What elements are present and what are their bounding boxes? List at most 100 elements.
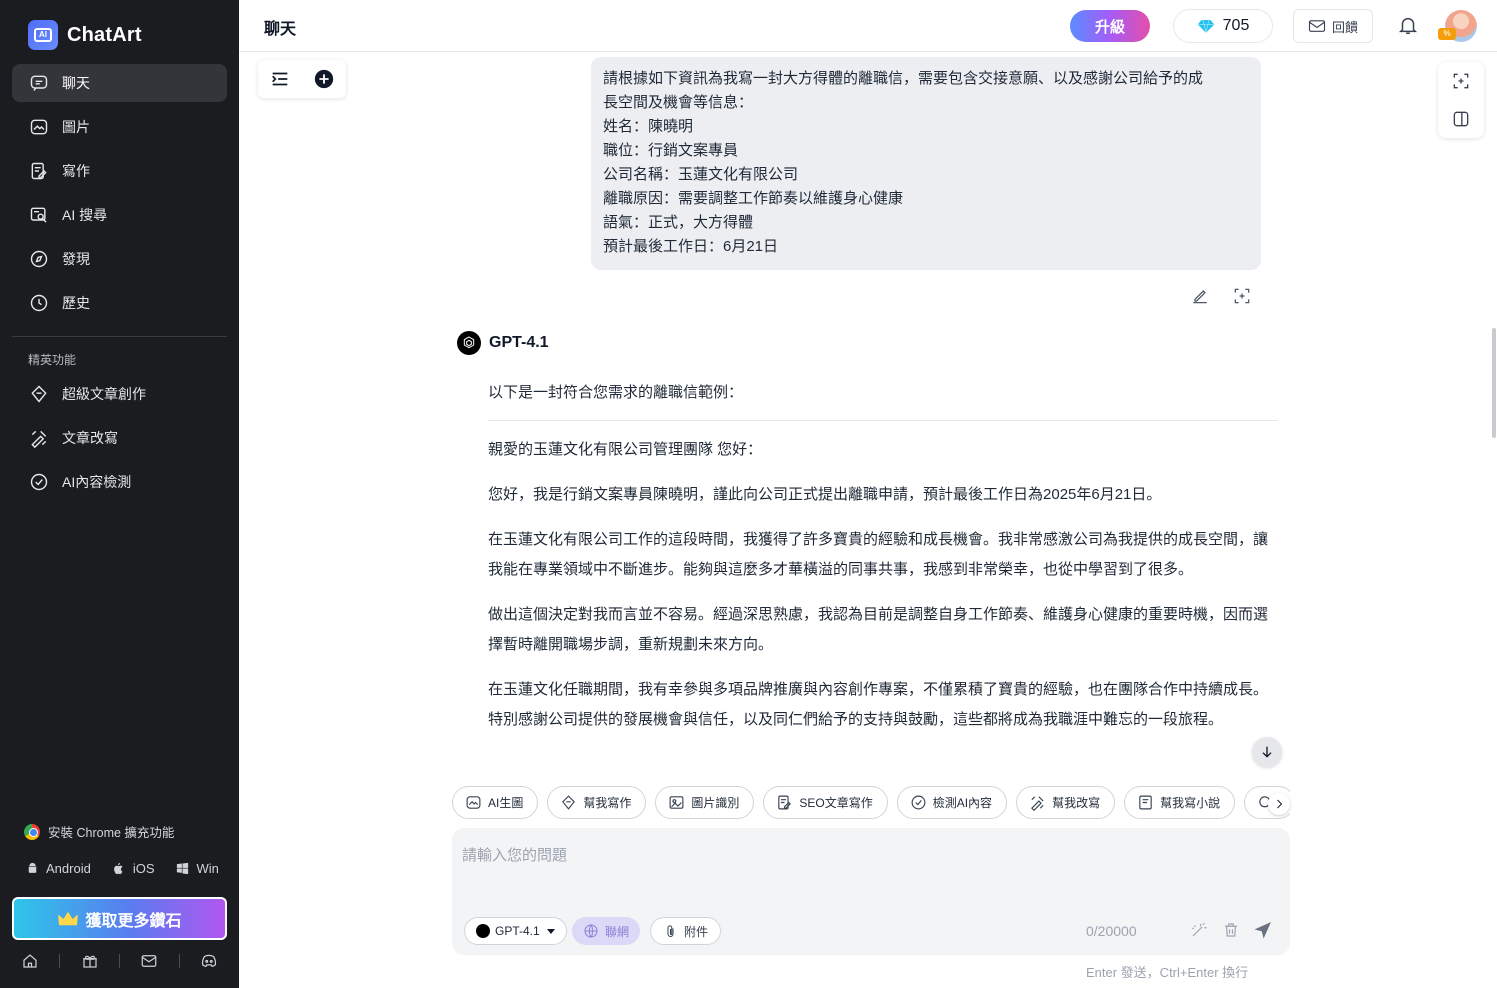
bot-paragraph: 在玉蓮文化任職期間，我有幸參與多項品牌推廣與內容創作專案，不僅累積了寶貴的經驗，… xyxy=(488,681,1269,728)
diamond-balance-button[interactable]: 705 xyxy=(1173,9,1273,43)
rewrite-icon xyxy=(28,427,50,449)
user-message-line: 姓名：陳曉明 xyxy=(603,118,694,135)
quick-tool-label: SEO文章寫作 xyxy=(799,796,873,810)
sidebar-item-rewrite[interactable]: 文章改寫 xyxy=(12,419,227,457)
scroll-to-bottom-button[interactable] xyxy=(1252,737,1282,767)
mail-icon[interactable] xyxy=(139,951,159,971)
install-chrome-extension[interactable]: 安裝 Chrome 擴充功能 xyxy=(24,822,174,841)
chat-icon xyxy=(28,72,50,94)
edit-icon[interactable] xyxy=(1190,286,1210,306)
elite-section-label: 精英功能 xyxy=(28,353,77,367)
ai-search-icon xyxy=(28,204,50,226)
user-message-actions xyxy=(1190,286,1252,306)
user-message-line: 語氣：正式，大方得體 xyxy=(603,214,754,231)
sidebar-item-label: AI內容檢測 xyxy=(62,474,132,490)
web-search-toggle[interactable]: 聯網 xyxy=(572,917,641,945)
page-title: 聊天 xyxy=(264,21,297,38)
sidebar-item-history[interactable]: 歷史 xyxy=(12,284,227,322)
sidebar-item-image[interactable]: 圖片 xyxy=(12,108,227,146)
scrollbar[interactable] xyxy=(1492,328,1496,438)
new-chat-plus-icon[interactable] xyxy=(313,68,335,90)
sidebar-item-ai-search[interactable]: AI 搜尋 xyxy=(12,196,227,234)
home-icon[interactable] xyxy=(20,951,40,971)
copy-plus-icon[interactable] xyxy=(1232,286,1252,306)
get-more-diamonds-button[interactable]: 獲取更多鑽石 xyxy=(12,897,227,940)
user-message-line: 預計最後工作日：6月21日 xyxy=(603,238,779,255)
sidebar-item-discover[interactable]: 發現 xyxy=(12,240,227,278)
attach-button[interactable]: 附件 xyxy=(650,917,722,945)
screenshot-plus-icon[interactable] xyxy=(1451,71,1471,91)
quick-tools-bar: AI生圖 幫我寫作 圖片識別 SEO文章寫作 檢測AI內容 幫我改寫 幫我寫小說 xyxy=(452,786,1290,821)
bot-paragraph: 您好，我是行銷文案專員陳曉明，謹此向公司正式提出離職申請，預計最後工作日為202… xyxy=(488,486,1162,503)
toggle-list-icon[interactable] xyxy=(269,68,291,90)
image-icon xyxy=(28,116,50,138)
sidebar-item-label: 圖片 xyxy=(62,119,90,135)
rewrite-icon xyxy=(1031,796,1044,811)
quick-tools-next-button[interactable] xyxy=(1268,793,1290,815)
main-nav: 聊天 圖片 寫作 AI 搜尋 發現 歷史 xyxy=(12,64,227,328)
sidebar-item-label: 聊天 xyxy=(62,75,90,91)
quick-tool-rewrite[interactable]: 幫我改寫 xyxy=(1016,786,1116,819)
split-view-icon[interactable] xyxy=(1451,109,1471,129)
feedback-label: 回饋 xyxy=(1331,19,1358,35)
globe-icon xyxy=(584,924,598,938)
keyboard-hint: Enter 發送，Ctrl+Enter 換行 xyxy=(1086,965,1249,980)
magic-wand-icon xyxy=(1192,922,1207,937)
diamond-icon xyxy=(1197,19,1214,33)
send-button[interactable] xyxy=(1254,921,1272,944)
diamond-pen-icon xyxy=(28,383,50,405)
openai-logo-icon xyxy=(476,924,490,938)
chevron-right-icon xyxy=(1277,799,1283,809)
model-select[interactable]: GPT-4.1 xyxy=(464,917,567,945)
sidebar-item-chat[interactable]: 聊天 xyxy=(12,64,227,102)
android-icon xyxy=(24,860,40,876)
sidebar-item-write[interactable]: 寫作 xyxy=(12,152,227,190)
windows-icon xyxy=(174,860,190,876)
notification-bell-icon[interactable] xyxy=(1397,14,1421,38)
quick-tool-label: 幫我寫作 xyxy=(583,796,632,810)
web-search-label: 聯網 xyxy=(605,924,630,939)
feedback-button[interactable]: 回饋 xyxy=(1293,9,1373,43)
quick-tool-help-write[interactable]: 幫我寫作 xyxy=(547,786,647,819)
magic-wand-button[interactable] xyxy=(1190,921,1208,944)
sidebar-item-label: 寫作 xyxy=(62,163,90,179)
gift-icon[interactable] xyxy=(80,951,100,971)
user-message-line: 職位：行銷文案專員 xyxy=(603,142,739,159)
diamond-count: 705 xyxy=(1222,17,1250,34)
paperclip-icon xyxy=(667,924,674,937)
discord-icon[interactable] xyxy=(199,951,219,971)
chrome-ext-label: 安裝 Chrome 擴充功能 xyxy=(48,826,175,840)
quick-tool-detect-ai[interactable]: 檢測AI內容 xyxy=(896,786,1008,819)
clear-button[interactable] xyxy=(1222,921,1240,944)
android-link[interactable]: Android xyxy=(46,861,91,876)
pen-icon xyxy=(562,795,576,810)
quick-tool-label: 圖片識別 xyxy=(691,796,740,810)
quick-tool-seo-writing[interactable]: SEO文章寫作 xyxy=(763,786,888,819)
chatart-logo-icon: AI xyxy=(28,20,58,50)
sidebar: AI ChatArt 聊天 圖片 寫作 AI 搜尋 發現 歷史 精英功能 超級文… xyxy=(0,0,239,988)
sidebar-item-label: AI 搜尋 xyxy=(62,207,108,223)
character-count: 0/20000 xyxy=(1086,923,1137,939)
trash-icon xyxy=(1225,923,1237,937)
sidebar-item-label: 超級文章創作 xyxy=(62,386,146,402)
upgrade-button[interactable]: 升級 xyxy=(1070,10,1150,42)
brand[interactable]: AI ChatArt xyxy=(28,20,142,50)
win-link[interactable]: Win xyxy=(196,861,218,876)
quick-tool-label: 幫我寫小說 xyxy=(1160,796,1221,810)
image-recognize-icon xyxy=(669,796,684,809)
quick-tool-novel[interactable]: 幫我寫小說 xyxy=(1124,786,1236,819)
bot-intro: 以下是一封符合您需求的離職信範例： xyxy=(488,378,1278,421)
quick-tool-image-recognition[interactable]: 圖片識別 xyxy=(655,786,755,819)
mail-icon xyxy=(1308,20,1326,32)
sidebar-item-super-article[interactable]: 超級文章創作 xyxy=(12,375,227,413)
sidebar-item-ai-detect[interactable]: AI內容檢測 xyxy=(12,463,227,501)
book-icon xyxy=(1139,795,1152,810)
apple-icon xyxy=(111,860,127,876)
write-icon xyxy=(28,160,50,182)
attach-label: 附件 xyxy=(684,924,709,939)
ios-link[interactable]: iOS xyxy=(133,861,155,876)
right-tools-panel xyxy=(1438,62,1484,138)
quick-tool-ai-image[interactable]: AI生圖 xyxy=(452,786,539,819)
message-composer: GPT-4.1 聯網 附件 0/20000 xyxy=(452,828,1290,955)
message-input[interactable] xyxy=(462,844,1262,900)
